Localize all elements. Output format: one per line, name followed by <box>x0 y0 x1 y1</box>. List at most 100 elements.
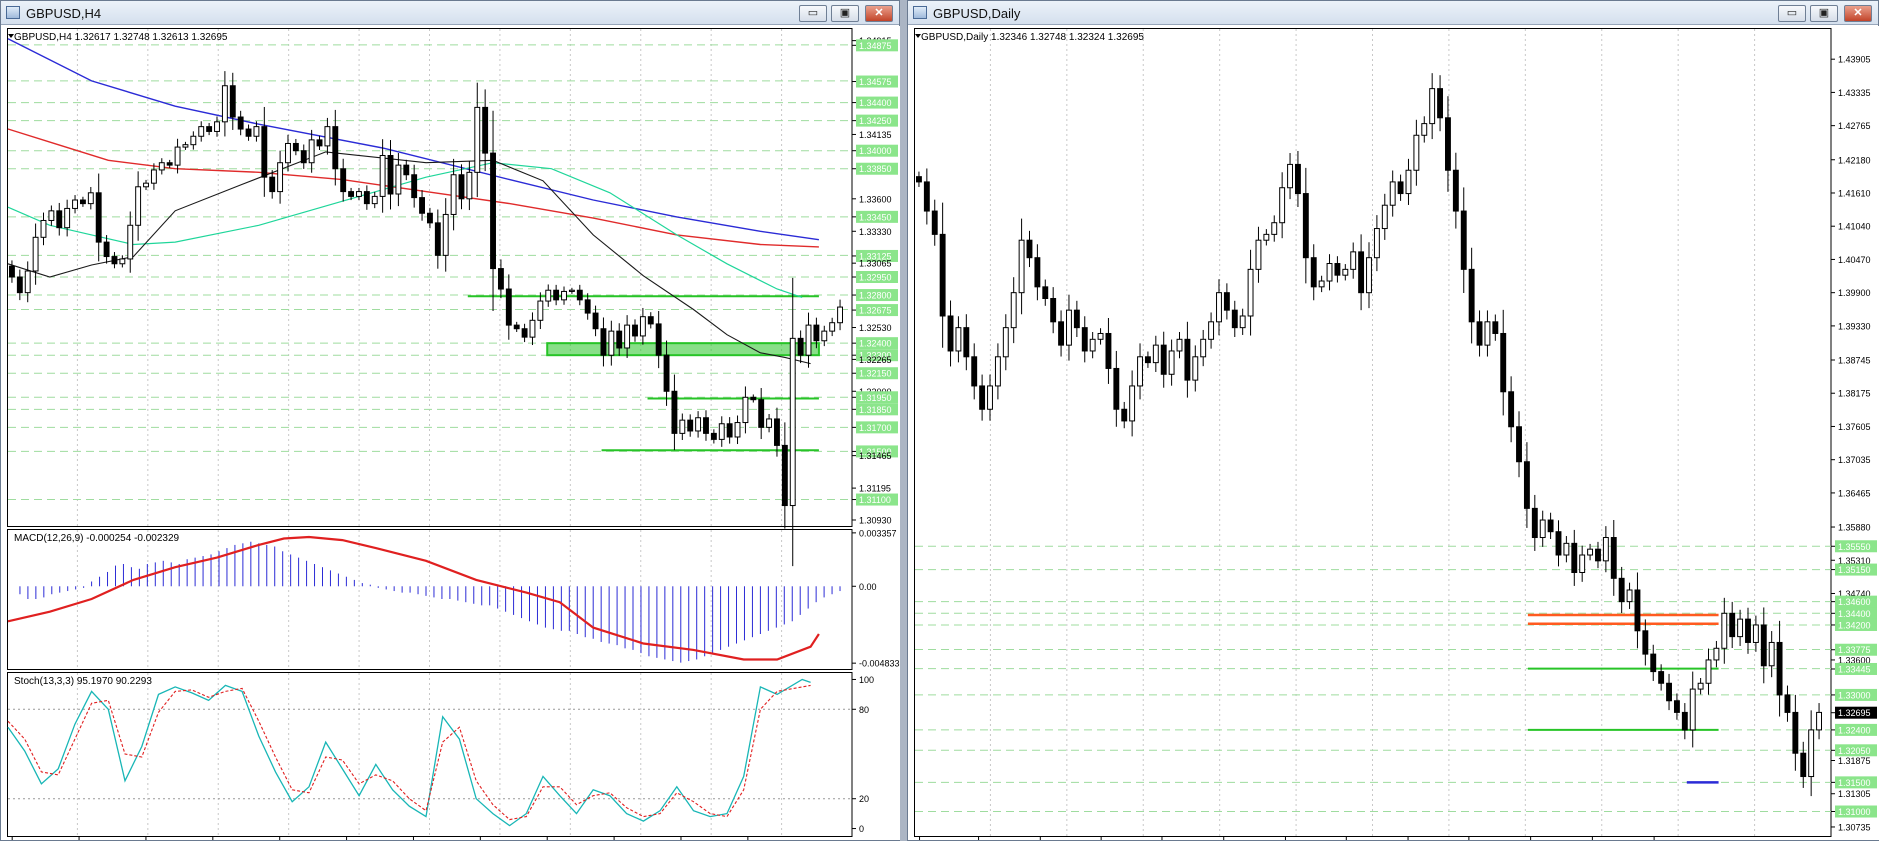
bullish-candle <box>1713 647 1720 661</box>
chart-window-h4[interactable]: GBPUSD,H4 ▭ ▣ ✕ GBPUSD,H4 1.32617 1.3274… <box>0 0 900 841</box>
bearish-candle <box>923 181 930 212</box>
minimize-button[interactable]: ▭ <box>799 5 827 22</box>
bearish-candle <box>726 423 733 438</box>
window-titlebar[interactable]: GBPUSD,H4 ▭ ▣ ✕ <box>1 1 899 25</box>
bearish-candle <box>971 356 978 387</box>
bearish-candle <box>939 233 946 317</box>
bullish-candle <box>742 396 749 424</box>
bearish-candle <box>1634 589 1641 632</box>
price-tick-label: 1.33445 <box>1838 664 1871 674</box>
price-tick-label: 1.32400 <box>859 339 892 349</box>
bearish-candle <box>1452 169 1459 212</box>
bullish-candle <box>466 171 473 200</box>
bullish-candle <box>1808 729 1815 778</box>
bearish-candle <box>245 128 252 137</box>
bearish-candle <box>979 385 986 410</box>
bullish-candle <box>1752 624 1759 643</box>
bearish-candle <box>1658 671 1665 684</box>
bearish-candle <box>1500 332 1507 393</box>
bullish-candle <box>64 207 71 229</box>
bearish-candle <box>576 289 583 301</box>
bullish-candle <box>72 199 78 209</box>
chart-window-daily[interactable]: GBPUSD,Daily ▭ ▣ ✕ GBPUSD,Daily 1.32346 … <box>907 0 1879 841</box>
bullish-candle <box>1366 257 1372 294</box>
bearish-candle <box>497 268 504 290</box>
bearish-candle <box>1058 321 1065 346</box>
bearish-candle <box>1492 321 1499 334</box>
minimize-button[interactable]: ▭ <box>1778 5 1806 22</box>
price-tick-label: 0.003357 <box>859 528 897 538</box>
price-tick-label: 1.34400 <box>1838 609 1871 619</box>
bullish-candle <box>1705 659 1712 684</box>
close-button[interactable]: ✕ <box>1844 5 1872 22</box>
bullish-candle <box>1239 315 1246 329</box>
maximize-button[interactable]: ▣ <box>1810 5 1838 22</box>
bearish-candle <box>1042 286 1049 299</box>
bearish-candle <box>1294 163 1301 195</box>
bearish-candle <box>947 315 954 352</box>
bearish-candle <box>584 299 591 314</box>
bearish-candle <box>592 312 599 330</box>
maximize-button[interactable]: ▣ <box>831 5 859 22</box>
price-tick-label: 1.34600 <box>1838 597 1871 607</box>
price-tick-label: 1.30930 <box>859 515 892 525</box>
bullish-candle <box>1389 181 1396 206</box>
bullish-candle <box>119 258 126 265</box>
bullish-candle <box>829 322 836 332</box>
bullish-candle <box>1587 548 1594 556</box>
price-tick-label: 0.00 <box>859 582 877 592</box>
bearish-candle <box>166 162 173 166</box>
price-tick-label: 1.33775 <box>1838 645 1871 655</box>
price-tick-label: 1.32265 <box>859 355 892 365</box>
bearish-candle <box>1160 344 1167 375</box>
bearish-candle <box>1397 181 1404 195</box>
bearish-candle <box>403 164 410 176</box>
bearish-candle <box>1673 700 1680 713</box>
bearish-candle <box>434 222 441 256</box>
bearish-candle <box>16 276 23 294</box>
window-titlebar[interactable]: GBPUSD,Daily ▭ ▣ ✕ <box>908 1 1878 25</box>
h4-chart[interactable]: GBPUSD,H4 1.32617 1.32748 1.32613 1.3269… <box>2 26 900 840</box>
price-tick-label: 1.41610 <box>1838 188 1871 198</box>
bearish-candle <box>655 323 662 356</box>
daily-chart[interactable]: GBPUSD,Daily 1.32346 1.32748 1.32324 1.3… <box>909 26 1879 840</box>
window-title: GBPUSD,H4 <box>26 6 102 21</box>
price-tick-label: 1.32050 <box>1838 746 1871 756</box>
bullish-candle <box>1247 268 1254 317</box>
bullish-candle <box>1602 537 1609 562</box>
bearish-candle <box>1358 251 1365 294</box>
bullish-candle <box>190 135 197 146</box>
bullish-candle <box>474 106 481 173</box>
bearish-candle <box>8 265 15 278</box>
bullish-candle <box>1539 519 1546 539</box>
bullish-candle <box>821 330 828 342</box>
price-tick-label: 1.43905 <box>1838 55 1871 65</box>
bearish-candle <box>419 197 426 214</box>
price-tick-label: 1.32530 <box>859 323 892 333</box>
bearish-candle <box>1571 542 1578 573</box>
bearish-candle <box>505 288 512 326</box>
bearish-candle <box>774 418 780 446</box>
price-tick-label: 1.32695 <box>1838 708 1871 718</box>
bullish-candle <box>356 191 362 197</box>
bearish-candle <box>482 106 489 154</box>
price-tick-label: 1.31875 <box>1838 756 1871 766</box>
bullish-candle <box>1318 280 1325 288</box>
price-tick-label: 1.38175 <box>1838 389 1871 399</box>
bearish-candle <box>1445 117 1451 171</box>
bullish-candle <box>308 139 315 164</box>
bearish-candle <box>1666 682 1672 702</box>
price-tick-label: 1.31305 <box>1838 789 1871 799</box>
bullish-candle <box>639 316 646 337</box>
price-tick-label: 1.35150 <box>1838 565 1871 575</box>
close-button[interactable]: ✕ <box>865 5 893 22</box>
bullish-candle <box>994 356 1001 387</box>
chart-background <box>909 26 1879 840</box>
bearish-candle <box>1523 461 1530 509</box>
bearish-candle <box>269 176 276 193</box>
bearish-candle <box>1113 367 1120 410</box>
bearish-candle <box>1729 612 1736 638</box>
bullish-candle <box>1208 321 1215 340</box>
price-tick-label: 1.32675 <box>859 306 892 316</box>
bullish-candle <box>1421 123 1428 136</box>
